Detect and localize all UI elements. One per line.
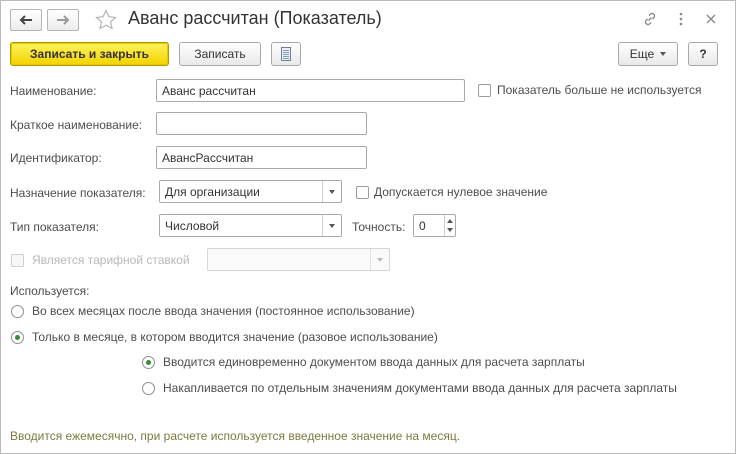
chevron-down-icon bbox=[660, 52, 667, 56]
identifier-label: Идентификатор: bbox=[10, 151, 102, 165]
input-radio-accumulate[interactable] bbox=[142, 382, 155, 395]
more-actions-button[interactable]: Еще bbox=[618, 42, 678, 66]
short-name-field[interactable] bbox=[156, 112, 367, 135]
back-button[interactable] bbox=[10, 9, 42, 31]
input-option-single: Вводится единовременно документом ввода … bbox=[163, 355, 585, 369]
not-used-checkbox[interactable] bbox=[478, 84, 491, 97]
short-name-label: Краткое наименование: bbox=[10, 118, 143, 132]
forward-button[interactable] bbox=[47, 9, 79, 31]
more-actions-label: Еще bbox=[629, 47, 655, 61]
favorite-star-icon[interactable] bbox=[94, 8, 118, 32]
chevron-down-icon[interactable] bbox=[322, 181, 341, 202]
purpose-select[interactable]: Для организации bbox=[159, 180, 342, 203]
arrow-left-icon bbox=[19, 15, 32, 25]
dialog-window: Аванс рассчитан (Показатель) Записать и … bbox=[0, 0, 736, 454]
type-label: Тип показателя: bbox=[10, 220, 99, 234]
window-title: Аванс рассчитан (Показатель) bbox=[128, 8, 382, 28]
chevron-down-icon[interactable] bbox=[370, 249, 389, 270]
close-icon[interactable] bbox=[702, 10, 720, 28]
purpose-label: Назначение показателя: bbox=[10, 186, 146, 200]
usage-radio-permanent[interactable] bbox=[11, 305, 24, 318]
document-list-icon bbox=[281, 47, 291, 61]
usage-label: Используется: bbox=[10, 284, 90, 298]
tariff-label: Является тарифной ставкой bbox=[32, 253, 190, 267]
save-and-close-button[interactable]: Записать и закрыть bbox=[10, 42, 169, 66]
link-icon[interactable] bbox=[641, 10, 659, 28]
chevron-up-icon[interactable] bbox=[447, 219, 453, 223]
precision-label: Точность: bbox=[352, 220, 406, 234]
chevron-down-icon[interactable] bbox=[322, 215, 341, 236]
type-select[interactable]: Числовой bbox=[159, 214, 342, 237]
zero-allowed-label: Допускается нулевое значение bbox=[374, 185, 548, 199]
chevron-down-icon[interactable] bbox=[447, 228, 453, 232]
type-value: Числовой bbox=[165, 219, 220, 233]
input-radio-single[interactable] bbox=[142, 356, 155, 369]
save-button[interactable]: Записать bbox=[179, 42, 261, 66]
stepper-arrows[interactable] bbox=[444, 215, 455, 236]
input-option-accumulate: Накапливается по отдельным значениям док… bbox=[163, 381, 677, 395]
help-button[interactable]: ? bbox=[688, 42, 718, 66]
footer-note: Вводится ежемесячно, при расчете использ… bbox=[10, 429, 461, 443]
more-menu-icon[interactable] bbox=[672, 10, 690, 28]
precision-stepper[interactable]: 0 bbox=[413, 214, 456, 237]
precision-value: 0 bbox=[419, 219, 426, 233]
usage-radio-once[interactable] bbox=[11, 331, 24, 344]
arrow-right-icon bbox=[57, 15, 70, 25]
identifier-field[interactable]: АвансРассчитан bbox=[156, 146, 367, 169]
usage-option-once: Только в месяце, в котором вводится знач… bbox=[32, 330, 438, 344]
tariff-checkbox[interactable] bbox=[11, 254, 24, 267]
report-list-button[interactable] bbox=[271, 42, 301, 66]
not-used-label: Показатель больше не используется bbox=[497, 83, 702, 97]
tariff-select[interactable] bbox=[207, 248, 390, 271]
zero-allowed-checkbox[interactable] bbox=[356, 186, 369, 199]
name-label: Наименование: bbox=[10, 84, 97, 98]
name-field[interactable]: Аванс рассчитан bbox=[156, 79, 465, 102]
usage-option-permanent: Во всех месяцах после ввода значения (по… bbox=[32, 304, 415, 318]
purpose-value: Для организации bbox=[165, 185, 260, 199]
